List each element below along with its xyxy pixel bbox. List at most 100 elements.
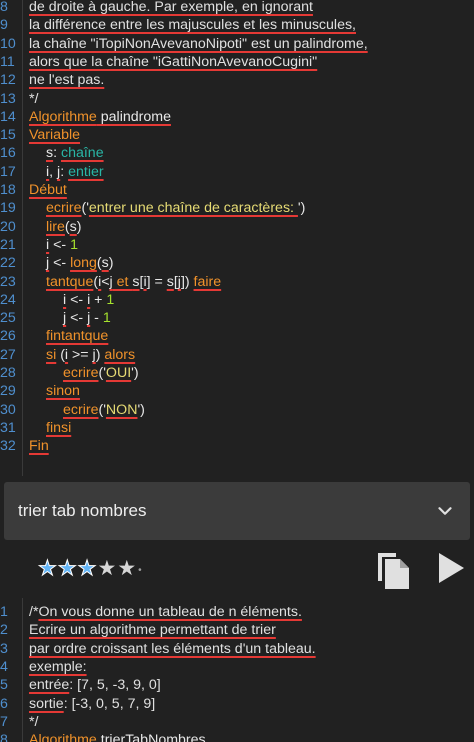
star-empty-icon[interactable]: ★: [97, 558, 116, 584]
gutter-divider: [22, 598, 23, 742]
code-token: ): [76, 218, 82, 235]
code-token: 1: [106, 291, 115, 308]
code-token: s: [101, 255, 109, 272]
code-token: (': [98, 401, 106, 418]
code-token: :: [53, 145, 61, 162]
code-token: trier: [96, 732, 126, 742]
code-token: <: [101, 273, 110, 290]
code-token: */: [29, 90, 39, 107]
code-text: finsi: [46, 419, 71, 437]
code-editor-top[interactable]: 8 de droite à gauche. Par exemple, en ign…: [0, 0, 474, 476]
line-number: 11: [0, 53, 15, 70]
line-number: 8: [0, 732, 8, 742]
rating-stars[interactable]: ★ ★ ★ ★ ★ •: [38, 557, 142, 584]
line-number: 5: [0, 677, 8, 694]
line-number: 4: [0, 658, 8, 675]
code-text: la chaîne "iTopiNonAvevanoNipoti" est un…: [29, 35, 368, 53]
line-number: 23: [0, 273, 16, 290]
code-token: s: [166, 273, 174, 290]
star-filled-icon[interactable]: ★: [57, 557, 77, 584]
code-token: */: [29, 713, 39, 730]
code-text: Algorithme trierTabNombres: [29, 731, 206, 742]
line-number: 15: [0, 127, 16, 144]
line-number: 12: [0, 72, 16, 89]
code-token: chaîne: [60, 145, 104, 162]
code-token: 1: [102, 310, 111, 327]
code-token: +: [90, 291, 107, 308]
code-text: si (i >= j) alors: [46, 346, 135, 364]
code-text: Ecrire un algorithme permettant de trier: [29, 621, 276, 639]
code-text: alors que la chaîne "iGattiNonAvevanoCug…: [29, 53, 317, 71]
line-number: 14: [0, 108, 16, 125]
code-token: <-: [66, 310, 88, 327]
code-token: sortie: [29, 695, 64, 712]
code-text: */: [29, 713, 38, 731]
code-text: Fin: [29, 437, 49, 455]
code-token: >=: [68, 346, 93, 363]
code-token: ecrire: [63, 365, 99, 381]
star-filled-icon[interactable]: ★: [38, 557, 58, 584]
code-text: s: chaîne: [46, 144, 104, 162]
code-token: ]): [180, 273, 194, 290]
snippet-selector[interactable]: trier tab nombres: [4, 482, 470, 540]
code-token: entrée: [29, 677, 70, 694]
line-number: 9: [0, 17, 8, 34]
code-token: Variable: [29, 127, 80, 144]
code-token: si: [46, 346, 57, 363]
code-token: alors que la chaîne "iGattiNonAvevanoCug…: [29, 53, 318, 70]
code-text: par ordre croissant les éléments d'un ta…: [29, 640, 316, 658]
code-token: ne l'est pas.: [29, 72, 105, 89]
code-text: la différence entre les majuscules et le…: [29, 16, 356, 34]
code-text: i, j: entier: [46, 163, 104, 181]
copy-icon[interactable]: [376, 549, 412, 589]
code-token: '): [137, 401, 145, 418]
code-text: i <- i + 1: [63, 291, 114, 309]
line-number: 28: [0, 365, 16, 381]
line-number: 20: [0, 218, 16, 235]
line-number: 17: [0, 163, 16, 180]
code-token: par ordre croissant les éléments d'un ta…: [29, 640, 316, 657]
code-text: i <- 1: [46, 236, 78, 254]
code-token: s: [132, 273, 140, 290]
code-token: Ecrire un algorithme permettant de trier: [29, 622, 276, 639]
line-number: 27: [0, 346, 16, 363]
code-text: ecrire('entrer une chaîne de caractères:…: [46, 199, 305, 217]
code-editor-bottom[interactable]: 1 /*On vous donne un tableau de n élément…: [0, 598, 474, 742]
line-number: 7: [0, 713, 8, 730]
code-token: lire: [46, 218, 65, 235]
line-number: 10: [0, 35, 16, 52]
line-number: 31: [0, 419, 16, 436]
code-token: s: [69, 218, 77, 235]
code-token: 1: [70, 236, 78, 253]
code-token: la différence entre les majuscules et le…: [29, 17, 356, 34]
code-text: Début: [29, 181, 67, 199]
code-token: Début: [29, 182, 67, 198]
star-filled-icon[interactable]: ★: [77, 557, 97, 584]
line-number: 26: [0, 328, 16, 345]
star-empty-icon[interactable]: ★: [117, 558, 136, 584]
code-text: j <- j - 1: [63, 309, 111, 327]
code-token: faire: [193, 273, 222, 290]
code-text: ecrire('NON'): [63, 401, 145, 419]
line-number: 18: [0, 182, 16, 198]
code-token: Fin: [29, 438, 49, 455]
line-number: 13: [0, 90, 16, 107]
code-text: sortie: [-3, 0, 5, 7, 9]: [29, 695, 155, 713]
line-number: 8: [0, 0, 8, 15]
line-number: 24: [0, 291, 16, 308]
line-number: 32: [0, 438, 16, 455]
code-text: fintantque: [46, 327, 108, 345]
code-token: ecrire: [63, 401, 99, 418]
code-token: Algorithme: [29, 732, 97, 742]
code-token: Algorithme: [29, 108, 97, 125]
code-text: ecrire('OUI'): [63, 364, 139, 382]
code-token: On vous donne un tableau de n éléments.: [38, 604, 302, 620]
code-text: entrée: [7, 5, -3, 9, 0]: [29, 676, 161, 694]
code-token: ecrire: [46, 200, 82, 217]
code-text: sinon: [46, 382, 80, 400]
code-token: TabNombres: [125, 732, 206, 742]
play-icon[interactable]: [436, 551, 466, 585]
code-token: tantque: [46, 273, 94, 290]
code-token: long: [70, 255, 97, 272]
code-token: entrer une chaîne de caractères:: [88, 200, 298, 217]
